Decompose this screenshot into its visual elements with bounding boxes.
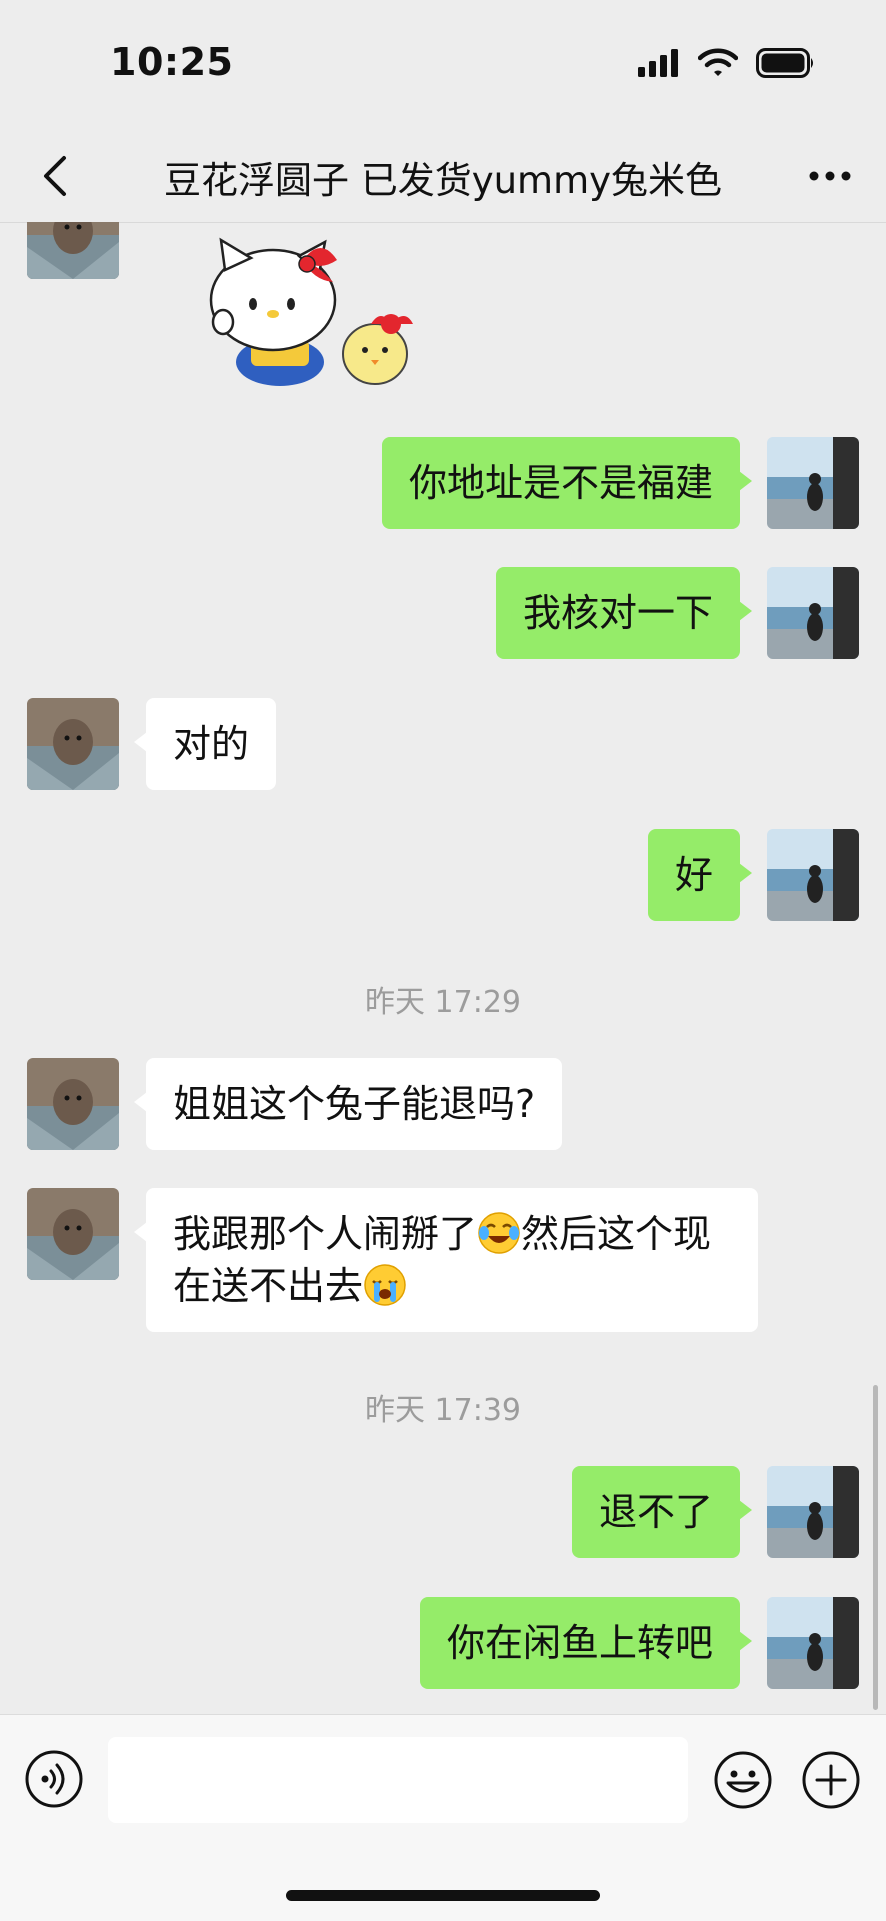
contact-avatar[interactable] — [27, 698, 119, 790]
my-avatar[interactable] — [767, 567, 859, 659]
voice-input-icon[interactable] — [24, 1749, 84, 1809]
hello-kitty-sticker[interactable] — [195, 232, 425, 392]
emoji-icon[interactable] — [712, 1749, 774, 1811]
message-bubble-outgoing[interactable]: 好 — [647, 829, 753, 921]
battery-icon — [756, 48, 813, 78]
message-bubble-outgoing[interactable]: 你地址是不是福建 — [381, 437, 753, 529]
input-bar — [0, 1714, 886, 1921]
message-bubble-incoming[interactable]: 对的 — [133, 698, 277, 790]
message-timestamp: 昨天 17:29 — [365, 985, 521, 1020]
signal-icon — [638, 49, 678, 77]
message-bubble-outgoing[interactable]: 我核对一下 — [495, 567, 753, 659]
home-indicator — [286, 1890, 600, 1901]
message-list[interactable]: 你地址是不是福建 我核对一下 对的 好 昨天 17:29 姐姐这个兔子能退吗? … — [0, 222, 886, 1714]
crying-emoji-icon — [364, 1264, 406, 1306]
more-options-icon[interactable] — [800, 146, 860, 202]
message-bubble-incoming[interactable]: 姐姐这个兔子能退吗? — [133, 1058, 563, 1150]
message-timestamp: 昨天 17:39 — [365, 1393, 521, 1428]
message-text: 然后这个现 — [521, 1212, 712, 1256]
tearful-laughing-emoji-icon — [478, 1212, 520, 1254]
status-bar: 10:25 — [0, 0, 886, 130]
my-avatar[interactable] — [767, 1466, 859, 1558]
my-avatar[interactable] — [767, 437, 859, 529]
message-text: 在送不出去 — [173, 1264, 364, 1308]
chat-title: 豆花浮圆子 已发货yummy兔米色 — [163, 159, 723, 202]
wifi-icon — [698, 48, 738, 76]
message-text: 我跟那个人闹掰了 — [173, 1212, 478, 1256]
my-avatar[interactable] — [767, 829, 859, 921]
message-bubble-outgoing[interactable]: 你在闲鱼上转吧 — [419, 1597, 753, 1689]
message-bubble-incoming[interactable]: 我跟那个人闹掰了 然后这个现在送不出去 — [134, 1188, 758, 1332]
status-time: 10:25 — [110, 40, 234, 84]
contact-avatar[interactable] — [27, 222, 119, 279]
contact-avatar[interactable] — [27, 1188, 119, 1280]
my-avatar[interactable] — [767, 1597, 859, 1689]
message-bubble-outgoing[interactable]: 退不了 — [571, 1466, 753, 1558]
message-input[interactable] — [108, 1737, 688, 1823]
scrollbar[interactable] — [873, 1385, 878, 1710]
contact-avatar[interactable] — [27, 1058, 119, 1150]
chat-header: 豆花浮圆子 已发货yummy兔米色 — [0, 130, 886, 223]
plus-icon[interactable] — [800, 1749, 862, 1811]
